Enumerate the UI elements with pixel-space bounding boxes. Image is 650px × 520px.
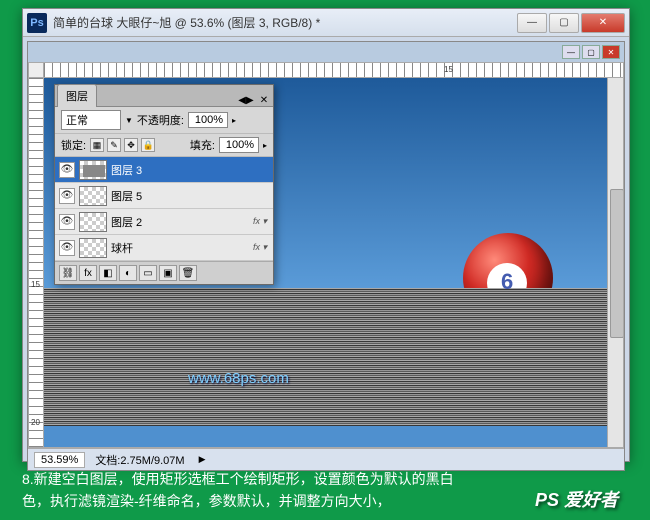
ruler-horizontal[interactable]: 15 xyxy=(44,62,624,78)
layers-panel[interactable]: 图层 ◀▶ ✕ 正常 ▼ 不透明度: 100% ▸ 锁定: xyxy=(54,84,274,285)
layer-name[interactable]: 图层 3 xyxy=(111,162,269,178)
watermark-text: www.68ps.com xyxy=(188,370,289,387)
layer-thumbnail[interactable] xyxy=(79,238,107,258)
fill-label: 填充: xyxy=(190,137,215,153)
layer-name[interactable]: 图层 5 xyxy=(111,188,269,204)
close-button[interactable]: ✕ xyxy=(581,13,625,33)
visibility-icon[interactable]: 👁 xyxy=(59,240,75,256)
fill-input[interactable]: 100% xyxy=(219,137,259,153)
ruler-row: 15 xyxy=(28,62,624,78)
document-window: — ▢ ✕ 15 15 20 6 www.68ps.com xyxy=(27,41,625,471)
work-area: 15 20 6 www.68ps.com 图层 ◀▶ xyxy=(28,78,624,448)
link-layers-icon[interactable]: ⛓ xyxy=(59,265,77,281)
panel-tabbar: 图层 ◀▶ ✕ xyxy=(55,85,273,107)
layer-style-icon[interactable]: fx xyxy=(79,265,97,281)
lock-move-icon[interactable]: ✥ xyxy=(124,138,138,152)
new-layer-icon[interactable]: ▣ xyxy=(159,265,177,281)
layer-row[interactable]: 👁 图层 5 xyxy=(55,183,273,209)
statusbar: 53.59% 文档:2.75M/9.07M ▶ xyxy=(28,448,624,470)
fiber-texture-selection xyxy=(44,288,623,426)
blend-row: 正常 ▼ 不透明度: 100% ▸ xyxy=(55,107,273,134)
panel-close-icon[interactable]: ✕ xyxy=(255,95,273,106)
lock-all-icon[interactable]: 🔒 xyxy=(141,138,155,152)
ruler-vertical[interactable]: 15 20 xyxy=(28,78,44,448)
app-window: Ps 简单的台球 大眼仔~旭 @ 53.6% (图层 3, RGB/8) * —… xyxy=(22,8,630,462)
lock-label: 锁定: xyxy=(61,137,86,153)
ruler-origin[interactable] xyxy=(28,62,44,78)
layer-row[interactable]: 👁 球杆 fx ▾ xyxy=(55,235,273,261)
lock-row: 锁定: ▦ ✎ ✥ 🔒 填充: 100% ▸ xyxy=(55,134,273,157)
fx-badge[interactable]: fx ▾ xyxy=(253,242,267,253)
layer-list: 👁 图层 3 👁 图层 5 👁 图层 2 xyxy=(55,157,273,261)
window-controls: — ▢ ✕ xyxy=(517,13,625,33)
titlebar[interactable]: Ps 简单的台球 大眼仔~旭 @ 53.6% (图层 3, RGB/8) * —… xyxy=(23,9,629,37)
window-title: 简单的台球 大眼仔~旭 @ 53.6% (图层 3, RGB/8) * xyxy=(53,14,517,31)
layer-name[interactable]: 图层 2 xyxy=(111,214,249,230)
ball-number: 6 xyxy=(501,269,513,295)
layer-name[interactable]: 球杆 xyxy=(111,240,249,256)
lock-paint-icon[interactable]: ✎ xyxy=(107,138,121,152)
document-titlebar[interactable]: — ▢ ✕ xyxy=(28,42,624,62)
lock-transparent-icon[interactable]: ▦ xyxy=(90,138,104,152)
panel-collapse-icon[interactable]: ◀▶ xyxy=(237,95,255,106)
ruler-v-mark-2: 20 xyxy=(31,418,40,427)
brand-watermark: PS 爱好者 xyxy=(535,486,618,512)
adjustment-layer-icon[interactable]: ◐ xyxy=(119,265,137,281)
ruler-h-mark: 15 xyxy=(444,65,453,74)
blend-mode-select[interactable]: 正常 xyxy=(61,110,121,130)
delete-layer-icon[interactable]: 🗑 xyxy=(179,265,197,281)
app-icon: Ps xyxy=(27,13,47,33)
maximize-button[interactable]: ▢ xyxy=(549,13,579,33)
panel-footer: ⛓ fx ◧ ◐ ▭ ▣ 🗑 xyxy=(55,261,273,284)
opacity-input[interactable]: 100% xyxy=(188,112,228,128)
minimize-button[interactable]: — xyxy=(517,13,547,33)
doc-close-button[interactable]: ✕ xyxy=(602,45,620,59)
visibility-icon[interactable]: 👁 xyxy=(59,188,75,204)
opacity-label: 不透明度: xyxy=(137,112,184,128)
canvas[interactable]: 6 www.68ps.com 图层 ◀▶ ✕ 正常 ▼ xyxy=(44,78,624,448)
layer-row[interactable]: 👁 图层 2 fx ▾ xyxy=(55,209,273,235)
layer-thumbnail[interactable] xyxy=(79,160,107,180)
layer-group-icon[interactable]: ▭ xyxy=(139,265,157,281)
zoom-field[interactable]: 53.59% xyxy=(34,452,85,468)
canvas-bottom-strip xyxy=(44,426,623,448)
visibility-icon[interactable]: 👁 xyxy=(59,162,75,178)
visibility-icon[interactable]: 👁 xyxy=(59,214,75,230)
status-menu-icon[interactable]: ▶ xyxy=(199,454,206,465)
doc-minimize-button[interactable]: — xyxy=(562,45,580,59)
layer-mask-icon[interactable]: ◧ xyxy=(99,265,117,281)
ruler-v-mark-1: 15 xyxy=(31,280,40,289)
doc-restore-button[interactable]: ▢ xyxy=(582,45,600,59)
tab-layers[interactable]: 图层 xyxy=(57,84,97,107)
layer-row[interactable]: 👁 图层 3 xyxy=(55,157,273,183)
layer-thumbnail[interactable] xyxy=(79,212,107,232)
lock-icons: ▦ ✎ ✥ 🔒 xyxy=(90,138,155,152)
vertical-scrollbar[interactable] xyxy=(607,78,623,447)
doc-size-label: 文档:2.75M/9.07M xyxy=(95,452,184,468)
fx-badge[interactable]: fx ▾ xyxy=(253,216,267,227)
layer-thumbnail[interactable] xyxy=(79,186,107,206)
